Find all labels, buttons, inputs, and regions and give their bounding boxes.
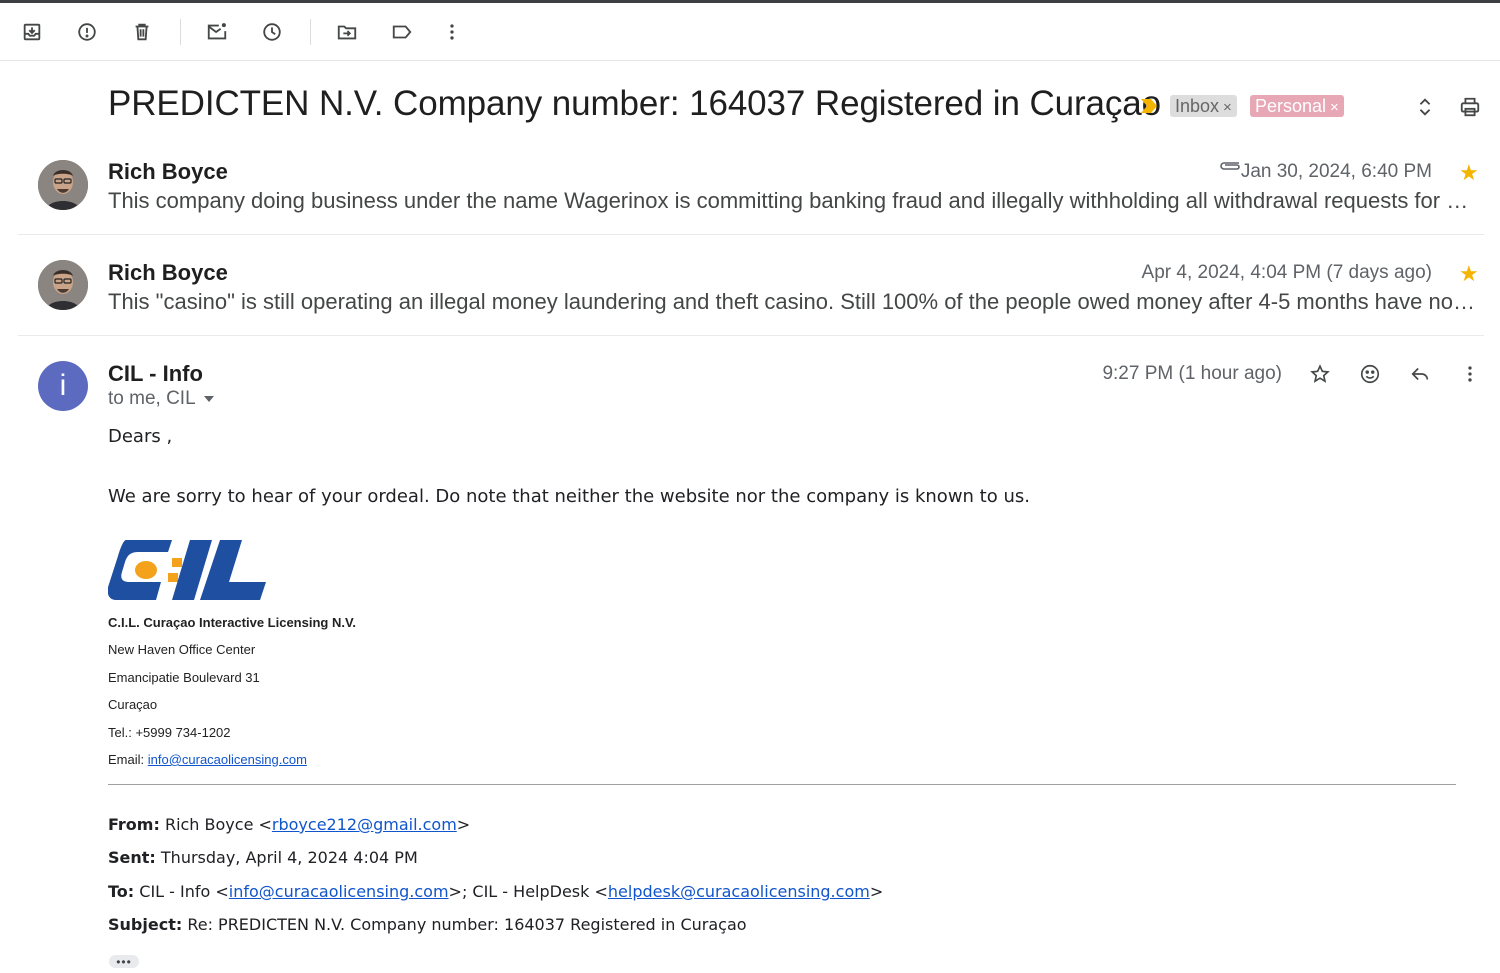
quoted-sent-label: Sent: — [108, 848, 156, 867]
reply-icon[interactable] — [1406, 360, 1434, 388]
quoted-to-label: To: — [108, 882, 135, 901]
quoted-from-name: Rich Boyce < — [159, 815, 272, 834]
quoted-subject-value: Re: PREDICTEN N.V. Company number: 16403… — [182, 915, 747, 934]
quoted-from-label: From: — [108, 815, 160, 834]
avatar: i — [38, 361, 88, 411]
quoted-to-email-link[interactable]: helpdesk@curacaolicensing.com — [608, 882, 870, 901]
label-chip-text: Personal — [1255, 96, 1327, 116]
quoted-to-email-link[interactable]: info@curacaolicensing.com — [229, 882, 449, 901]
label-chip-personal[interactable]: Personal × — [1250, 95, 1344, 117]
quoted-bracket: > — [869, 882, 884, 901]
move-to-icon[interactable] — [332, 17, 362, 47]
star-filled-icon[interactable]: ★ — [1459, 263, 1479, 285]
signature-address-line: Curaçao — [108, 697, 158, 712]
collapsed-message[interactable]: Rich Boyce Jan 30, 2024, 6:40 PM ★ This … — [0, 140, 1500, 240]
avatar — [38, 160, 88, 210]
remove-label-icon[interactable]: × — [1330, 99, 1339, 116]
mark-unread-icon[interactable] — [202, 17, 232, 47]
quoted-to-text: CIL - Info < — [134, 882, 229, 901]
expand-collapse-icon[interactable] — [1411, 93, 1439, 121]
label-icon[interactable] — [387, 17, 417, 47]
message-divider — [18, 335, 1484, 336]
label-chip-inbox[interactable]: Inbox × — [1170, 95, 1237, 117]
quoted-to: To: CIL - Info <info@curacaolicensing.co… — [108, 882, 883, 901]
collapsed-message[interactable]: Rich Boyce Apr 4, 2024, 4:04 PM (7 days … — [0, 241, 1500, 341]
emoji-reaction-icon[interactable] — [1356, 360, 1384, 388]
toolbar-separator — [310, 19, 311, 45]
message-snippet: This "casino" is still operating an ille… — [108, 289, 1480, 314]
quoted-sent: Sent: Thursday, April 4, 2024 4:04 PM — [108, 848, 418, 867]
avatar — [38, 260, 88, 310]
sender-name: CIL - Info — [108, 361, 203, 386]
show-trimmed-content-button[interactable]: ••• — [109, 955, 139, 968]
toolbar-separator — [180, 19, 181, 45]
quoted-sent-value: Thursday, April 4, 2024 4:04 PM — [155, 848, 418, 867]
attachment-icon — [1219, 159, 1241, 178]
message-snippet: This company doing business under the na… — [108, 188, 1480, 213]
label-chip-text: Inbox — [1175, 96, 1220, 116]
snooze-icon[interactable] — [257, 17, 287, 47]
signature-email-label: Email: — [108, 752, 148, 767]
delete-icon[interactable] — [127, 17, 157, 47]
remove-label-icon[interactable]: × — [1223, 99, 1232, 116]
star-outline-icon[interactable] — [1306, 360, 1334, 388]
quote-separator — [108, 784, 1456, 785]
more-vert-icon[interactable] — [437, 17, 467, 47]
message-date: Apr 4, 2024, 4:04 PM (7 days ago) — [1141, 262, 1432, 283]
recipients-dropdown[interactable]: to me, CIL — [108, 388, 214, 410]
quoted-from-email-link[interactable]: rboyce212@gmail.com — [272, 815, 457, 834]
caret-down-icon — [203, 395, 214, 402]
quoted-from: From: Rich Boyce <rboyce212@gmail.com> — [108, 815, 470, 834]
message-date: 9:27 PM (1 hour ago) — [1102, 363, 1282, 384]
important-marker-icon[interactable] — [1140, 98, 1158, 119]
message-body: We are sorry to hear of your ordeal. Do … — [108, 486, 1030, 507]
quoted-bracket: > — [456, 815, 471, 834]
message-divider — [18, 234, 1484, 235]
star-filled-icon[interactable]: ★ — [1459, 162, 1479, 184]
quoted-to-text: >; CIL - HelpDesk < — [448, 882, 608, 901]
sender-name: Rich Boyce — [108, 260, 228, 285]
recipients-text: to me, CIL — [108, 388, 196, 409]
report-spam-icon[interactable] — [72, 17, 102, 47]
quoted-subject: Subject: Re: PREDICTEN N.V. Company numb… — [108, 915, 747, 934]
quoted-subject-label: Subject: — [108, 915, 183, 934]
archive-icon[interactable] — [17, 17, 47, 47]
signature-address-line: New Haven Office Center — [108, 642, 256, 657]
message-greeting: Dears , — [108, 426, 173, 447]
more-vert-icon[interactable] — [1456, 360, 1484, 388]
message-date: Jan 30, 2024, 6:40 PM — [1240, 161, 1432, 182]
thread-subject: PREDICTEN N.V. Company number: 164037 Re… — [108, 84, 1162, 123]
signature-phone: Tel.: +5999 734-1202 — [108, 725, 231, 740]
signature-address-line: Emancipatie Boulevard 31 — [108, 670, 260, 685]
sender-name: Rich Boyce — [108, 159, 228, 184]
signature-company: C.I.L. Curaçao Interactive Licensing N.V… — [108, 615, 357, 630]
message-toolbar — [0, 3, 1500, 61]
company-logo — [107, 540, 266, 600]
print-icon[interactable] — [1456, 93, 1484, 121]
signature-email-link[interactable]: info@curacaolicensing.com — [148, 752, 307, 767]
signature-email-row: Email: info@curacaolicensing.com — [108, 752, 307, 767]
